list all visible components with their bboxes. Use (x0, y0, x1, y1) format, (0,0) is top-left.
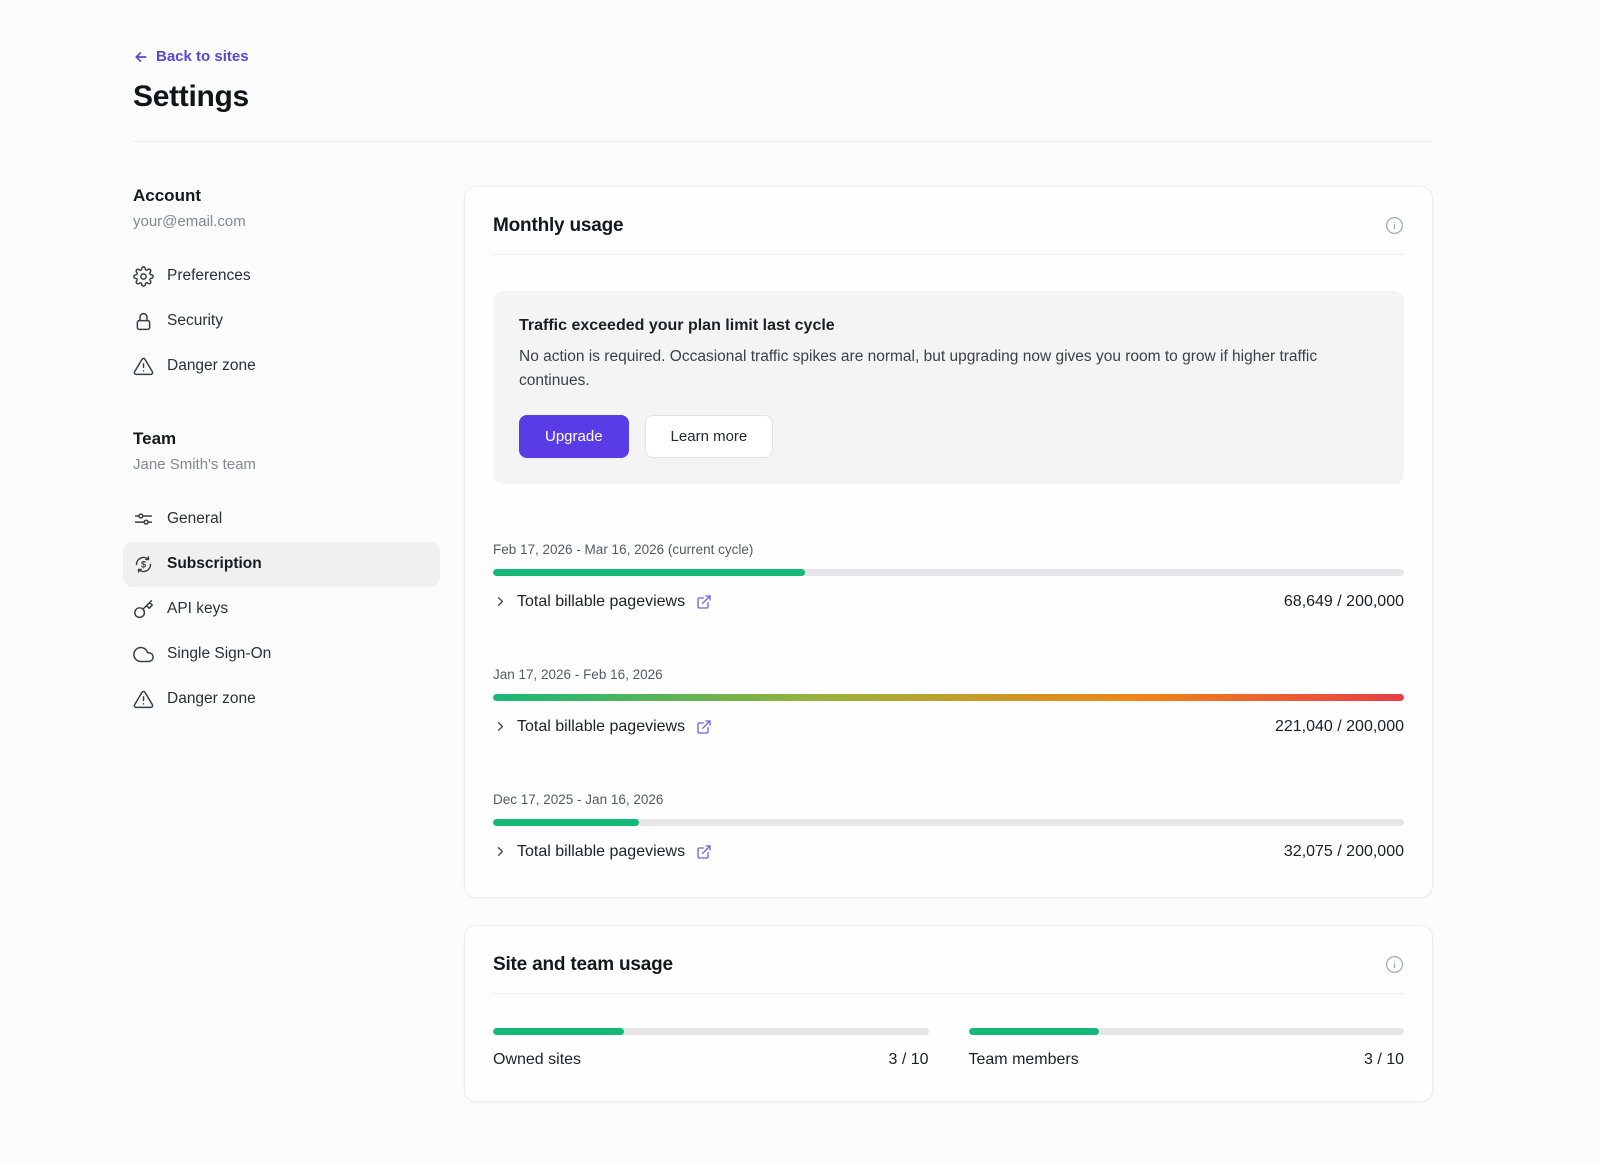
meter-fill (969, 1028, 1100, 1035)
page-title: Settings (133, 80, 1433, 114)
warning-triangle-icon (133, 356, 154, 377)
learn-more-button[interactable]: Learn more (645, 415, 774, 458)
sidebar-item-label: Single Sign-On (167, 645, 271, 663)
cycle-metric-label: Total billable pageviews (517, 593, 685, 611)
sidebar-item-label: Security (167, 312, 223, 330)
alert-title: Traffic exceeded your plan limit last cy… (519, 317, 1378, 335)
sidebar-item-general[interactable]: General (123, 497, 440, 542)
sidebar-item-label: General (167, 510, 222, 528)
header-divider (133, 141, 1433, 142)
meter-label: Team members (969, 1051, 1079, 1069)
lock-icon (133, 311, 154, 332)
cycle-value: 68,649 / 200,000 (1284, 593, 1404, 611)
cycle-metric-label: Total billable pageviews (517, 718, 685, 736)
usage-progress-fill (493, 819, 639, 826)
cycle-period: Feb 17, 2026 - Mar 16, 2026 (current cyc… (493, 542, 1404, 557)
usage-cycles: Feb 17, 2026 - Mar 16, 2026 (current cyc… (493, 542, 1404, 861)
sidebar-item-single-sign-on[interactable]: Single Sign-On (123, 632, 440, 677)
back-to-sites-link[interactable]: Back to sites (133, 48, 249, 65)
usage-progress-track (493, 694, 1404, 701)
sliders-icon (133, 509, 154, 530)
cycle-period: Jan 17, 2026 - Feb 16, 2026 (493, 667, 1404, 682)
sidebar-item-api-keys[interactable]: API keys (123, 587, 440, 632)
usage-cycle-older: Dec 17, 2025 - Jan 16, 2026 Total billab… (493, 792, 1404, 861)
meter-track (969, 1028, 1405, 1035)
sidebar-item-security[interactable]: Security (123, 299, 440, 344)
cycle-period: Dec 17, 2025 - Jan 16, 2026 (493, 792, 1404, 807)
site-team-usage-card: Site and team usage Owned sites 3 / 10 (464, 925, 1433, 1102)
sidebar-item-label: Subscription (167, 555, 262, 573)
usage-progress-fill-overlimit (493, 694, 1404, 701)
cloud-icon (133, 644, 154, 665)
sidebar-item-label: Danger zone (167, 357, 256, 375)
settings-main: Monthly usage Traffic exceeded your plan… (464, 186, 1433, 1102)
sidebar-item-label: Preferences (167, 267, 251, 285)
sidebar-item-label: API keys (167, 600, 228, 618)
card-divider (493, 254, 1404, 255)
sidebar-account-section: Account your@email.com Preferences Secur… (133, 186, 440, 389)
gear-icon (133, 266, 154, 287)
external-link-icon[interactable] (696, 594, 712, 610)
meter-value: 3 / 10 (888, 1051, 928, 1069)
usage-progress-track (493, 819, 1404, 826)
meter-label: Owned sites (493, 1051, 581, 1069)
team-section-title: Team (133, 429, 440, 449)
monthly-usage-card: Monthly usage Traffic exceeded your plan… (464, 186, 1433, 898)
page-container: Back to sites Settings Account your@emai… (133, 0, 1433, 1102)
site-team-usage-title: Site and team usage (493, 954, 673, 976)
svg-text:$: $ (141, 559, 146, 569)
usage-progress-fill (493, 569, 805, 576)
traffic-exceeded-alert: Traffic exceeded your plan limit last cy… (493, 291, 1404, 484)
meter-value: 3 / 10 (1364, 1051, 1404, 1069)
cycle-metric-toggle[interactable]: Total billable pageviews (493, 718, 712, 736)
external-link-icon[interactable] (696, 844, 712, 860)
sidebar-team-section: Team Jane Smith's team General $ Subscri… (133, 429, 440, 722)
team-nav: General $ Subscription API keys (123, 497, 440, 722)
monthly-usage-title: Monthly usage (493, 215, 623, 237)
arrow-left-icon (133, 49, 149, 65)
sidebar-item-preferences[interactable]: Preferences (123, 254, 440, 299)
chevron-right-icon (493, 719, 508, 734)
usage-progress-track (493, 569, 1404, 576)
team-members-meter: Team members 3 / 10 (969, 1028, 1405, 1069)
usage-cycle-current: Feb 17, 2026 - Mar 16, 2026 (current cyc… (493, 542, 1404, 611)
meter-track (493, 1028, 929, 1035)
cycle-metric-toggle[interactable]: Total billable pageviews (493, 843, 712, 861)
owned-sites-meter: Owned sites 3 / 10 (493, 1028, 929, 1069)
cycle-value: 32,075 / 200,000 (1284, 843, 1404, 861)
chevron-right-icon (493, 594, 508, 609)
team-name: Jane Smith's team (133, 456, 440, 473)
cycle-metric-label: Total billable pageviews (517, 843, 685, 861)
chevron-right-icon (493, 844, 508, 859)
cycle-value: 221,040 / 200,000 (1275, 718, 1404, 736)
cycle-metric-toggle[interactable]: Total billable pageviews (493, 593, 712, 611)
external-link-icon[interactable] (696, 719, 712, 735)
page-header: Back to sites Settings (133, 48, 1433, 142)
back-link-label: Back to sites (156, 48, 249, 65)
sidebar-item-subscription[interactable]: $ Subscription (123, 542, 440, 587)
info-icon[interactable] (1385, 216, 1404, 235)
upgrade-button[interactable]: Upgrade (519, 415, 629, 458)
card-divider (493, 993, 1404, 994)
sidebar-item-danger-zone-team[interactable]: Danger zone (123, 677, 440, 722)
warning-triangle-icon (133, 689, 154, 710)
usage-cycle-previous: Jan 17, 2026 - Feb 16, 2026 Total billab… (493, 667, 1404, 736)
sidebar-item-label: Danger zone (167, 690, 256, 708)
site-team-meters: Owned sites 3 / 10 Team members 3 / 10 (493, 1028, 1404, 1069)
account-section-title: Account (133, 186, 440, 206)
alert-body: No action is required. Occasional traffi… (519, 345, 1378, 393)
key-icon (133, 599, 154, 620)
sidebar-item-danger-zone-account[interactable]: Danger zone (123, 344, 440, 389)
info-icon[interactable] (1385, 955, 1404, 974)
dollar-refresh-icon: $ (133, 554, 154, 575)
meter-fill (493, 1028, 624, 1035)
account-nav: Preferences Security Danger zone (123, 254, 440, 389)
account-email: your@email.com (133, 213, 440, 230)
settings-sidebar: Account your@email.com Preferences Secur… (133, 186, 440, 1102)
